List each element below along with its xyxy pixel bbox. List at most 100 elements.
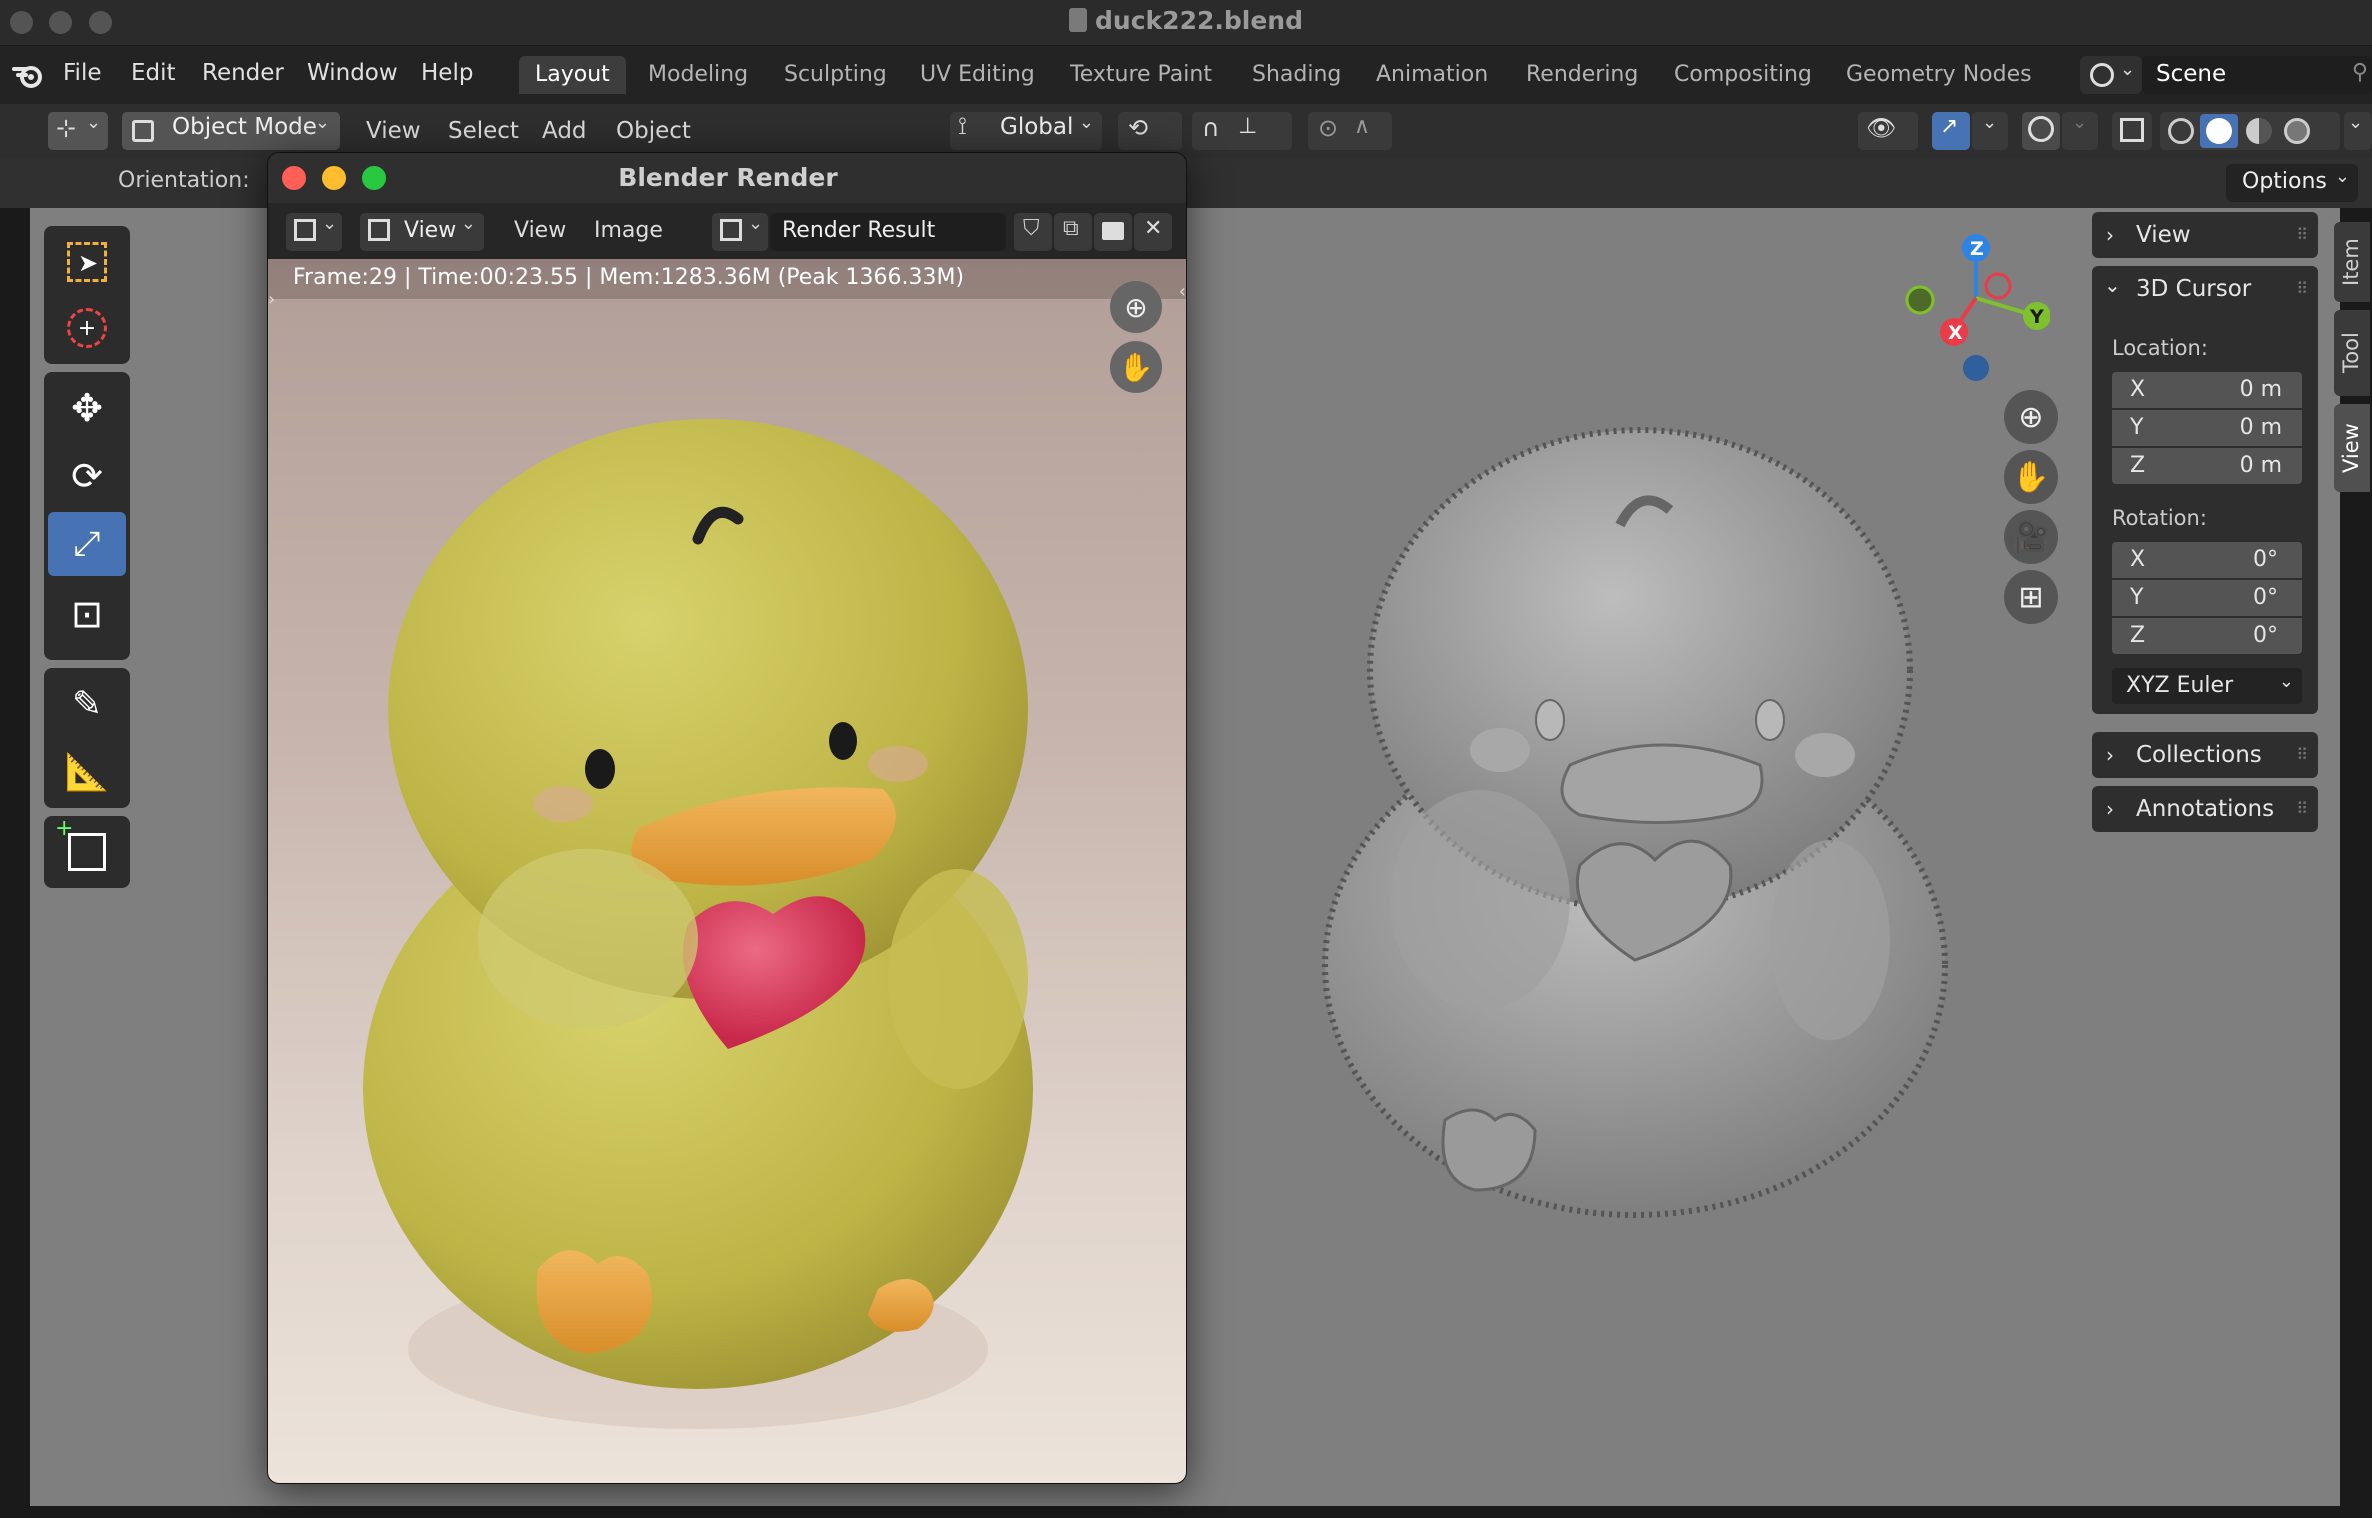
image-editor-icon [294, 219, 316, 241]
perspective-toggle-button[interactable]: ⊞ [2004, 570, 2058, 624]
scene-selector-button[interactable]: ⌄ [2080, 56, 2142, 94]
chevron-right-icon[interactable]: › [268, 289, 275, 310]
rotation-z-field[interactable]: Z 0° [2112, 618, 2302, 654]
3d-cursor-header[interactable]: ⌄ 3D Cursor ⠿ [2092, 266, 2318, 312]
tab-uv-editing[interactable]: UV Editing [904, 56, 1051, 94]
zoom-button[interactable]: ⊕ [1110, 281, 1162, 333]
overlays-toggle-button[interactable] [2022, 112, 2060, 150]
wireframe-shading-icon[interactable] [2168, 118, 2194, 144]
measure-tool[interactable]: 📐 [48, 740, 126, 804]
pan-button[interactable]: ✋ [1110, 341, 1162, 393]
menu-image[interactable]: Image [594, 218, 663, 243]
rotation-y-field[interactable]: Y 0° [2112, 580, 2302, 616]
menu-window[interactable]: Window [307, 60, 398, 86]
pan-button[interactable]: ✋ [2004, 450, 2058, 504]
drag-handle-icon[interactable]: ⠿ [2296, 786, 2308, 832]
duck-model-solid-view[interactable] [1290, 420, 1970, 1250]
menu-add[interactable]: Add [542, 114, 587, 148]
drag-handle-icon[interactable]: ⠿ [2296, 212, 2308, 258]
menu-select[interactable]: Select [448, 114, 519, 148]
tab-compositing[interactable]: Compositing [1658, 56, 1828, 94]
editor-type-button[interactable]: ⌄ [286, 213, 342, 251]
xray-toggle-button[interactable] [2112, 112, 2152, 150]
view-mode-dropdown[interactable]: View ⌄ [360, 213, 484, 251]
folder-icon [1102, 222, 1124, 240]
location-y-field[interactable]: Y0 m [2112, 410, 2302, 446]
chevron-down-icon: ⌄ [2334, 166, 2350, 187]
annotations-section-header[interactable]: › Annotations ⠿ [2092, 786, 2318, 832]
tab-tool[interactable]: Tool [2334, 310, 2370, 396]
blender-logo-icon[interactable] [12, 60, 44, 90]
gizmo-dropdown[interactable]: ⌄ [1972, 112, 2008, 150]
proportional-editing-button[interactable]: ⊙ ∧ [1308, 112, 1392, 150]
scene-name-field[interactable]: Scene ⚲ [2142, 56, 2372, 94]
menu-view[interactable]: View [514, 218, 566, 243]
location-x-field[interactable]: X0 m [2112, 372, 2302, 408]
object-mode-dropdown[interactable]: Object Mode ⌄ [122, 112, 340, 150]
view-section-header[interactable]: › View ⠿ [2092, 212, 2318, 258]
menu-file[interactable]: File [63, 60, 102, 86]
negative-y-axis-icon[interactable] [1905, 285, 1935, 315]
chevron-down-icon: ⌄ [460, 213, 476, 234]
tab-texture-paint[interactable]: Texture Paint [1054, 56, 1228, 94]
overlays-dropdown[interactable]: ⌄ [2062, 112, 2098, 150]
add-cube-tool[interactable]: + [48, 816, 126, 884]
menu-edit[interactable]: Edit [131, 60, 176, 86]
cursor-tool[interactable]: + [48, 296, 126, 360]
minimize-render-window-button[interactable] [322, 166, 346, 190]
zoom-render-window-button[interactable] [362, 166, 386, 190]
menu-render[interactable]: Render [202, 60, 284, 86]
rotate-tool[interactable]: ⟳ [48, 444, 126, 508]
solid-shading-icon[interactable] [2200, 114, 2238, 148]
annotate-tool[interactable]: ✎ [48, 672, 126, 736]
tab-shading[interactable]: Shading [1236, 56, 1357, 94]
tab-layout[interactable]: Layout [519, 56, 626, 94]
chevron-left-icon[interactable]: ‹ [1179, 281, 1186, 302]
navigation-gizmo[interactable]: Z Y X [1890, 228, 2050, 388]
menu-object[interactable]: Object [616, 114, 691, 148]
material-shading-icon[interactable] [2246, 118, 2272, 144]
menu-view[interactable]: View [366, 114, 421, 148]
tab-animation[interactable]: Animation [1360, 56, 1504, 94]
drag-handle-icon[interactable]: ⠿ [2296, 266, 2308, 312]
collections-section-header[interactable]: › Collections ⠿ [2092, 732, 2318, 778]
rendered-shading-icon[interactable] [2284, 118, 2310, 144]
transform-orientation-dropdown[interactable]: ⟟ Global ⌄ [950, 112, 1102, 150]
image-name-field[interactable]: Render Result [770, 213, 1006, 251]
location-z-field[interactable]: Z0 m [2112, 448, 2302, 484]
tab-view[interactable]: View [2334, 404, 2370, 492]
close-render-window-button[interactable] [282, 166, 306, 190]
pivot-point-button[interactable]: ⟲ [1118, 112, 1182, 150]
negative-z-axis-icon[interactable] [1963, 355, 1989, 381]
transform-tool[interactable]: ⊡ [48, 582, 126, 646]
fake-user-button[interactable]: ⛉ [1014, 213, 1052, 251]
new-image-button[interactable]: ⧉ [1054, 213, 1092, 251]
open-image-button[interactable] [1094, 213, 1132, 251]
drag-handle-icon[interactable]: ⠿ [2296, 732, 2308, 778]
negative-x-axis-icon[interactable] [1984, 272, 2012, 300]
menu-help[interactable]: Help [421, 60, 473, 86]
snap-button[interactable]: ∩ ⊥ [1192, 112, 1292, 150]
visibility-button[interactable]: 👁 [1858, 112, 1918, 150]
move-tool[interactable]: ✥ [48, 376, 126, 440]
tab-item[interactable]: Item [2334, 222, 2370, 302]
camera-view-button[interactable]: 🎥 [2004, 510, 2058, 564]
unlink-image-button[interactable]: ✕ [1134, 213, 1172, 251]
scale-tool[interactable]: ⤢ [48, 512, 126, 576]
tab-sculpting[interactable]: Sculpting [768, 56, 903, 94]
gizmo-toggle-button[interactable]: ↗ [1932, 112, 1970, 150]
tab-geometry-nodes[interactable]: Geometry Nodes [1830, 56, 2048, 94]
editor-type-button[interactable]: ⊹ ⌄ [48, 112, 108, 150]
shading-dropdown[interactable]: ⌄ [2344, 112, 2372, 150]
select-box-tool[interactable]: ➤ [48, 230, 126, 294]
rotation-x-field[interactable]: X 0° [2112, 542, 2302, 578]
rotation-mode-dropdown[interactable]: XYZ Euler ⌄ [2112, 668, 2302, 704]
chevron-down-icon: ⌄ [748, 213, 764, 234]
tab-rendering[interactable]: Rendering [1510, 56, 1654, 94]
magnet-icon: ∩ [1202, 114, 1220, 142]
zoom-button[interactable]: ⊕ [2004, 390, 2058, 444]
render-result-image[interactable]: Frame:29 | Time:00:23.55 | Mem:1283.36M … [268, 259, 1186, 1483]
options-dropdown[interactable]: Options ⌄ [2226, 164, 2358, 202]
tab-modeling[interactable]: Modeling [632, 56, 764, 94]
image-browse-button[interactable]: ⌄ [712, 213, 768, 251]
